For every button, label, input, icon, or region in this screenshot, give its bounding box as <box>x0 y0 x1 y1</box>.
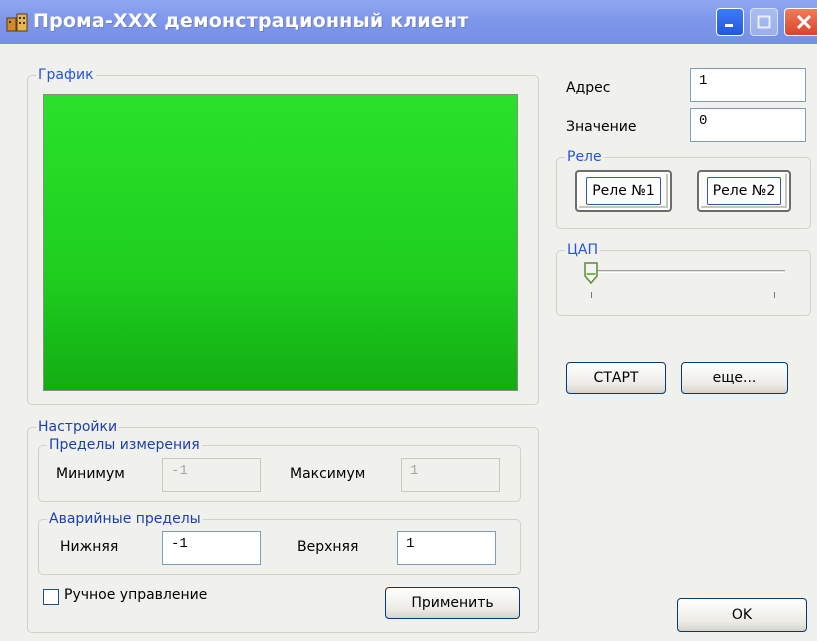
start-button[interactable]: СТАРТ <box>566 362 666 394</box>
app-icon <box>6 13 28 32</box>
maximize-button[interactable] <box>750 8 778 36</box>
relay-2-label: Реле №2 <box>706 177 782 205</box>
apply-button[interactable]: Применить <box>385 587 520 619</box>
high-label: Верхняя <box>297 539 359 555</box>
close-icon <box>796 14 812 30</box>
max-label: Максимум <box>290 466 366 482</box>
minimize-icon <box>725 24 733 27</box>
dac-group-legend: ЦАП <box>565 242 600 258</box>
alarm-limits-legend: Аварийные пределы <box>47 511 203 527</box>
relay-1-label: Реле №1 <box>586 177 661 205</box>
low-label: Нижняя <box>60 539 119 555</box>
min-input[interactable]: -1 <box>162 458 261 492</box>
minimize-button[interactable] <box>716 8 744 36</box>
measure-limits-legend: Пределы измерения <box>47 437 202 453</box>
dac-slider-tick-min <box>591 292 592 298</box>
more-button[interactable]: еще... <box>681 362 788 394</box>
dac-slider-thumb[interactable] <box>584 262 598 284</box>
maximize-icon <box>757 15 771 29</box>
address-label: Адрес <box>566 80 611 96</box>
max-input[interactable]: 1 <box>401 458 500 492</box>
low-input[interactable]: -1 <box>162 531 261 565</box>
graph-canvas <box>43 94 518 391</box>
close-button[interactable] <box>784 8 817 36</box>
dac-slider-tick-max <box>774 292 775 298</box>
value-label: Значение <box>566 119 637 135</box>
relay-1-button[interactable]: Реле №1 <box>575 170 672 212</box>
manual-control-checkbox[interactable] <box>43 589 59 605</box>
settings-group-legend: Настройки <box>36 419 120 435</box>
high-input[interactable]: 1 <box>397 531 496 565</box>
ok-button[interactable]: OK <box>677 598 807 632</box>
address-input[interactable]: 1 <box>690 68 806 102</box>
graph-group-legend: График <box>36 67 96 83</box>
dac-slider-track[interactable] <box>589 270 785 273</box>
manual-control-label[interactable]: Ручное управление <box>64 587 207 603</box>
value-input[interactable]: 0 <box>690 108 806 142</box>
title-bar[interactable]: Прома-XXX демонстрационный клиент <box>0 0 817 44</box>
window-title: Прома-XXX демонстрационный клиент <box>33 10 469 32</box>
relay-group-legend: Реле <box>565 149 604 165</box>
relay-2-button[interactable]: Реле №2 <box>697 170 791 212</box>
min-label: Минимум <box>56 466 125 482</box>
